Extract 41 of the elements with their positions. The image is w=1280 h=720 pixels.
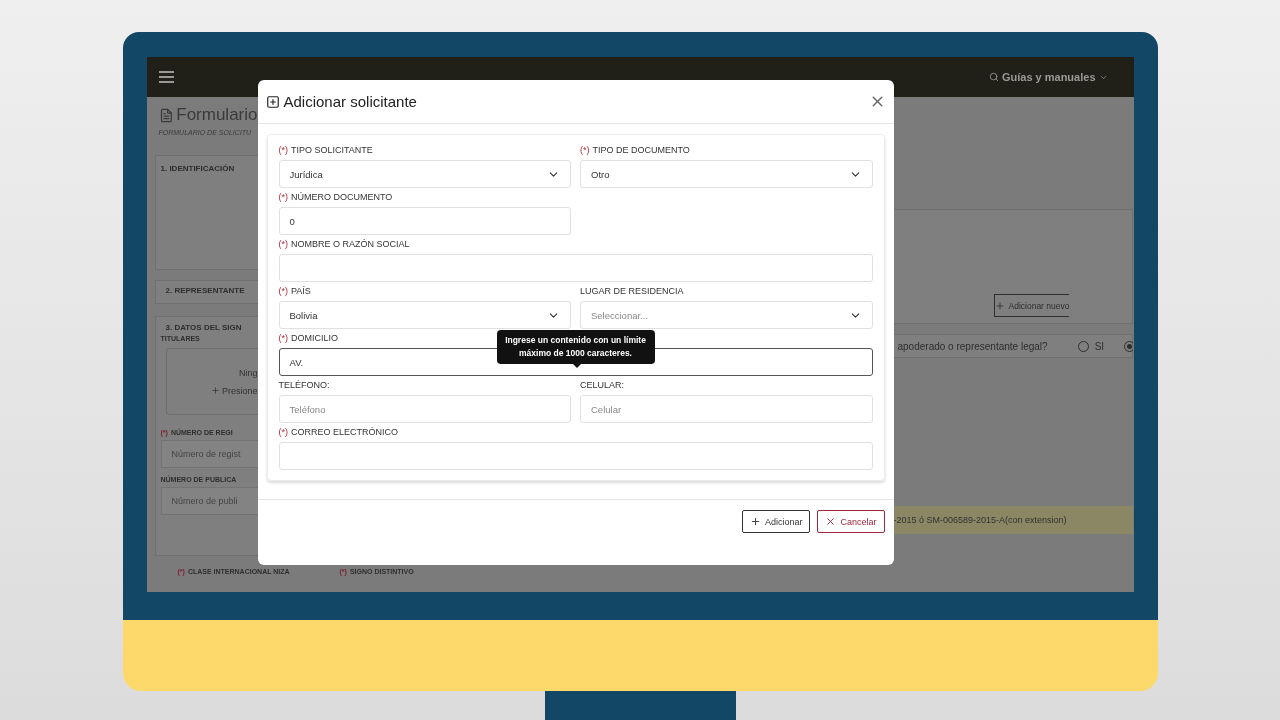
guides-link[interactable]: Guías y manuales [988,71,1108,83]
close-icon [825,516,837,527]
section-title: 1. IDENTIFICACIÓN [159,163,236,175]
empty-text: Ning [239,367,258,378]
field-label: (*) TIPO SOLICITANTE [278,145,373,155]
radio-label: SI [1094,340,1105,352]
input-field[interactable] [278,442,873,470]
page-title: Formulario [176,105,258,125]
add-new-button[interactable]: Adicionar nuevo [993,294,1070,317]
add-hint: Presione [221,385,258,396]
search-icon [988,72,999,82]
section-title: 3. DATOS DEL SIGN [164,322,243,334]
input-field[interactable]: 0 [278,207,571,235]
input-field[interactable]: Teléfono [278,395,571,423]
field-label: (*) TIPO DE DOCUMENTO [580,145,690,155]
field-label: CELULAR: [580,380,624,390]
select-field[interactable]: Bolivia [278,301,571,329]
menu-icon[interactable] [158,71,174,83]
select-field[interactable]: Jurídica [278,160,571,188]
field-label: (*) PAÍS [278,286,311,296]
field-label: LUGAR DE RESIDENCIA [580,286,684,296]
section-title: 2. REPRESENTANTE [164,285,246,297]
plus-icon [749,516,761,527]
cancel-button[interactable]: Cancelar [817,510,885,533]
select-field[interactable]: Seleccionar... [580,301,873,329]
plus-icon [994,300,1005,311]
add-button[interactable]: Adicionar [741,510,811,533]
field-label: TELÉFONO: [278,380,330,390]
dialog-title: Adicionar solicitante [265,93,417,110]
plus-icon [210,386,220,395]
question-text: apoderado o representante legal? [897,340,1048,352]
select-field[interactable]: Otro [580,160,873,188]
field-label: (*) NÚMERO DOCUMENTO [278,192,393,202]
field-label: (*) DOMICILIO [278,333,338,343]
notice-banner: -2015 ó SM-006589-2015-A(con extension) [893,506,1133,534]
plus-square-icon [265,94,280,109]
input-field[interactable] [278,254,873,282]
document-icon [158,106,174,124]
field-label: (*) NOMBRE O RAZÓN SOCIAL [278,239,410,249]
input-field[interactable]: Celular [580,395,873,423]
field-label: (*) CORREO ELECTRÓNICO [278,427,398,437]
